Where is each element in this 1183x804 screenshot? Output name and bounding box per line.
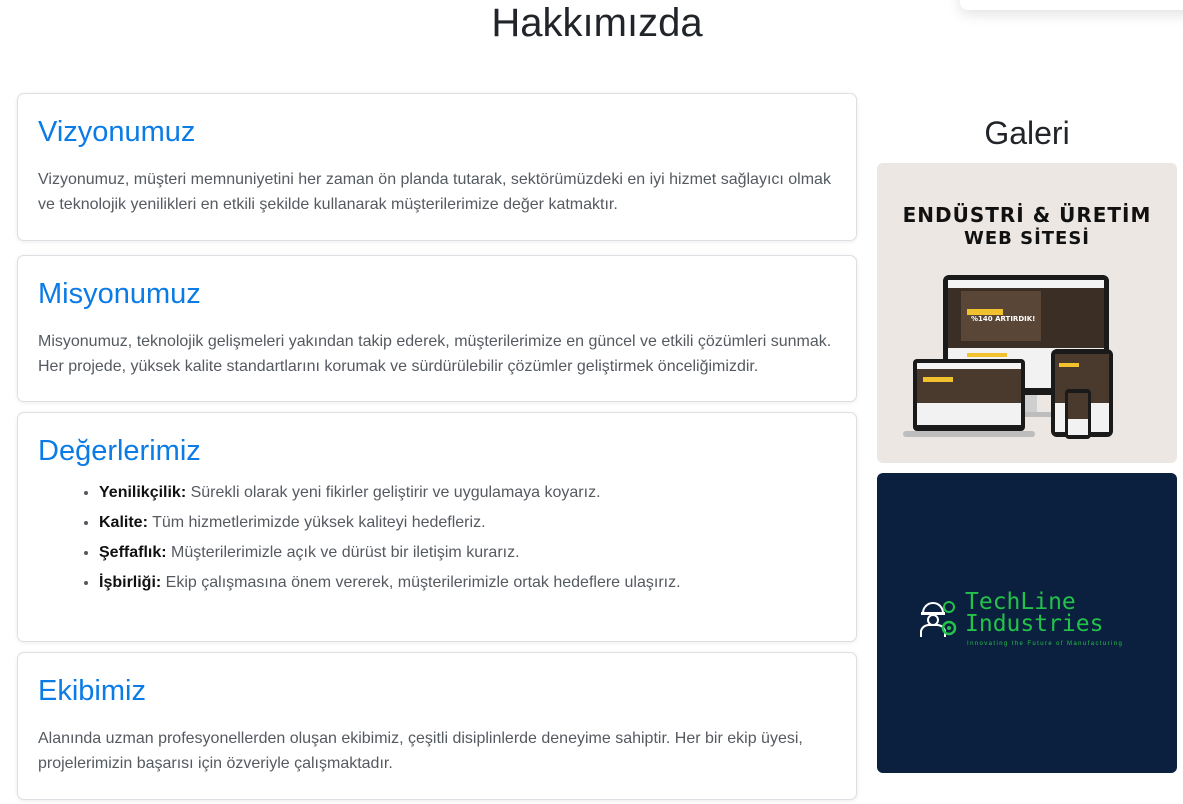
laptop-icon — [903, 359, 1035, 437]
vision-card: Vizyonumuz Vizyonumuz, müşteri memnuniye… — [17, 93, 857, 241]
phone-icon — [1065, 389, 1091, 439]
values-card: Değerlerimiz Yenilikçilik: Sürekli olara… — [17, 412, 857, 642]
gallery-image-brand-logo[interactable]: TechLine Industries Innovating the Futur… — [877, 473, 1177, 773]
list-item: Şeffaflık: Müşterilerimizle açık ve dürü… — [99, 543, 836, 563]
team-card: Ekibimiz Alanında uzman profesyonellerde… — [17, 652, 857, 800]
device-mockups-illustration: %140 ARTIRDIK! — [903, 275, 1113, 439]
value-desc: Sürekli olarak yeni fikirler geliştirir … — [186, 484, 601, 501]
brand-name: TechLine Industries — [965, 589, 1104, 637]
list-item: Kalite: Tüm hizmetlerimizde yüksek kalit… — [99, 513, 836, 533]
engineer-gear-icon — [920, 601, 957, 637]
brand-line1: TechLine — [965, 589, 1076, 615]
value-desc: Tüm hizmetlerimizde yüksek kaliteyi hede… — [147, 514, 486, 531]
mission-heading: Misyonumuz — [38, 278, 201, 310]
value-term: İşbirliği: — [99, 574, 162, 591]
values-list: Yenilikçilik: Sürekli olarak yeni fikirl… — [38, 483, 836, 593]
value-desc: Müşterilerimizle açık ve dürüst bir ilet… — [166, 544, 520, 561]
brand-line2: Industries — [965, 611, 1104, 637]
brand-tagline: Innovating the Future of Manufacturing — [967, 641, 1124, 647]
vision-text: Vizyonumuz, müşteri memnuniyetini her za… — [38, 171, 831, 213]
value-term: Kalite: — [99, 514, 148, 531]
team-text: Alanında uzman profesyonellerden oluşan … — [38, 730, 803, 772]
value-term: Yenilikçilik: — [99, 484, 187, 501]
screen-headline: %140 ARTIRDIK! — [971, 315, 1035, 323]
mission-card: Misyonumuz Misyonumuz, teknolojik gelişm… — [17, 255, 857, 402]
gallery-title: Galeri — [984, 115, 1070, 151]
vision-heading: Vizyonumuz — [38, 116, 196, 148]
value-term: Şeffaflık: — [99, 544, 167, 561]
mission-text: Misyonumuz, teknolojik gelişmeleri yakın… — [38, 333, 832, 375]
gallery-image-web-showcase[interactable]: ENDÜSTRİ & ÜRETİM WEB SİTESİ %140 ARTIRD… — [877, 163, 1177, 463]
team-heading: Ekibimiz — [38, 675, 146, 707]
list-item: Yenilikçilik: Sürekli olarak yeni fikirl… — [99, 483, 836, 503]
value-desc: Ekip çalışmasına önem vererek, müşterile… — [161, 574, 681, 591]
list-item: İşbirliği: Ekip çalışmasına önem vererek… — [99, 573, 836, 593]
values-heading: Değerlerimiz — [38, 435, 201, 467]
page-title: Hakkımızda — [491, 1, 703, 45]
